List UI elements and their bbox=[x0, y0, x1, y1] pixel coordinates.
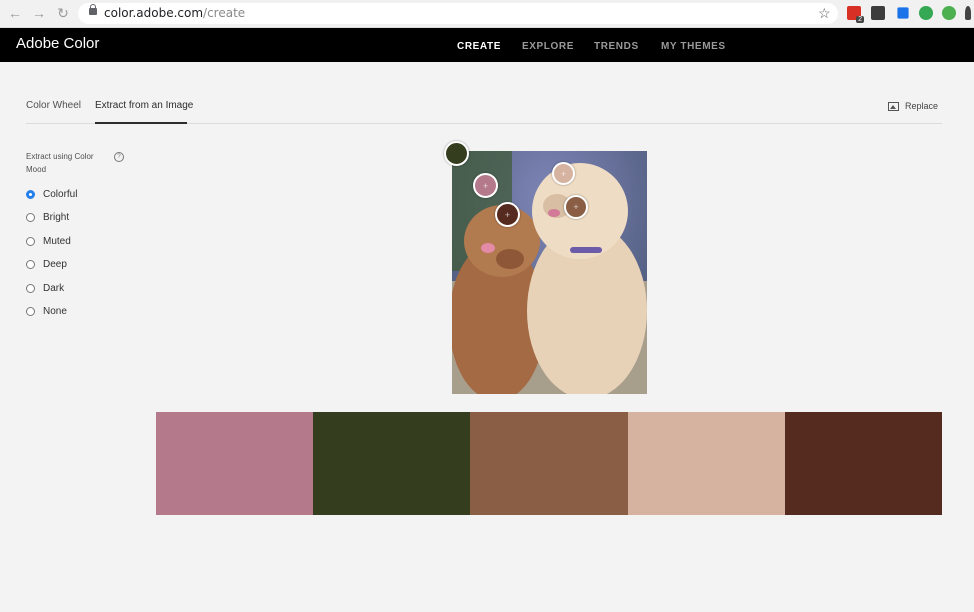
swatch-4[interactable] bbox=[627, 412, 785, 515]
brand-logo[interactable]: Adobe Color bbox=[16, 35, 99, 52]
color-picker-handle[interactable] bbox=[444, 141, 469, 166]
lock-icon bbox=[89, 4, 97, 15]
extension-icon[interactable] bbox=[965, 6, 971, 20]
nav-create[interactable]: CREATE bbox=[457, 41, 501, 52]
source-image: + + + + bbox=[452, 151, 647, 394]
radio-icon[interactable] bbox=[26, 284, 35, 293]
extension-icon[interactable] bbox=[871, 6, 885, 20]
mood-option-label: None bbox=[43, 306, 67, 317]
browser-toolbar: ← → ↻ color.adobe.com/create ☆ 2 bbox=[0, 0, 974, 28]
bookmark-star-icon[interactable]: ☆ bbox=[818, 5, 831, 22]
replace-label: Replace bbox=[905, 101, 939, 111]
replace-button[interactable]: Replace bbox=[888, 101, 938, 111]
app-header: Adobe Color CREATE EXPLORE TRENDS MY THE… bbox=[0, 28, 974, 62]
url-text[interactable]: color.adobe.com/create bbox=[104, 6, 245, 20]
mood-option-dark[interactable]: Dark bbox=[26, 283, 64, 294]
color-picker-handle[interactable]: + bbox=[495, 202, 520, 227]
mood-option-label: Dark bbox=[43, 283, 65, 294]
nav-explore[interactable]: EXPLORE bbox=[522, 41, 574, 52]
color-swatches bbox=[156, 412, 943, 515]
mood-option-colorful[interactable]: Colorful bbox=[26, 189, 77, 200]
swatch-5[interactable] bbox=[784, 412, 943, 515]
radio-icon[interactable] bbox=[26, 260, 35, 269]
mood-option-label: Colorful bbox=[43, 189, 78, 200]
extension-icon[interactable]: 2 bbox=[847, 6, 864, 23]
help-icon[interactable]: ? bbox=[114, 152, 124, 162]
swatch-2[interactable] bbox=[313, 412, 471, 515]
radio-icon[interactable] bbox=[26, 307, 35, 316]
tab-extract-from-image[interactable]: Extract from an Image bbox=[95, 100, 193, 111]
grammarly-icon[interactable] bbox=[942, 6, 956, 20]
mood-option-label: Bright bbox=[43, 212, 70, 223]
mood-option-label: Muted bbox=[43, 236, 71, 247]
mood-option-none[interactable]: None bbox=[26, 306, 67, 317]
extension-badge: 2 bbox=[856, 16, 864, 23]
radio-icon[interactable] bbox=[26, 213, 35, 222]
color-picker-handle[interactable]: + bbox=[552, 162, 575, 185]
active-tab-indicator bbox=[95, 122, 187, 124]
reload-icon[interactable]: ↻ bbox=[55, 5, 71, 21]
color-picker-handle[interactable]: + bbox=[564, 195, 588, 219]
back-icon[interactable]: ← bbox=[7, 5, 23, 21]
mood-option-deep[interactable]: Deep bbox=[26, 259, 67, 270]
forward-icon[interactable]: → bbox=[31, 5, 47, 21]
nav-my-themes[interactable]: MY THEMES bbox=[661, 41, 726, 52]
extension-pen-icon[interactable] bbox=[897, 7, 909, 19]
image-icon bbox=[888, 101, 899, 111]
extension-icon[interactable] bbox=[919, 6, 933, 20]
mood-option-label: Deep bbox=[43, 259, 67, 270]
nav-trends[interactable]: TRENDS bbox=[594, 41, 639, 52]
color-picker-handle[interactable]: + bbox=[473, 173, 498, 198]
swatch-1[interactable] bbox=[156, 412, 314, 515]
tab-color-wheel[interactable]: Color Wheel bbox=[26, 100, 81, 111]
radio-icon[interactable] bbox=[26, 237, 35, 246]
mood-option-muted[interactable]: Muted bbox=[26, 236, 71, 247]
radio-checked-icon[interactable] bbox=[26, 190, 35, 199]
swatch-3[interactable] bbox=[470, 412, 628, 515]
mood-label: Extract using Color Mood bbox=[26, 152, 94, 174]
mood-option-bright[interactable]: Bright bbox=[26, 212, 69, 223]
